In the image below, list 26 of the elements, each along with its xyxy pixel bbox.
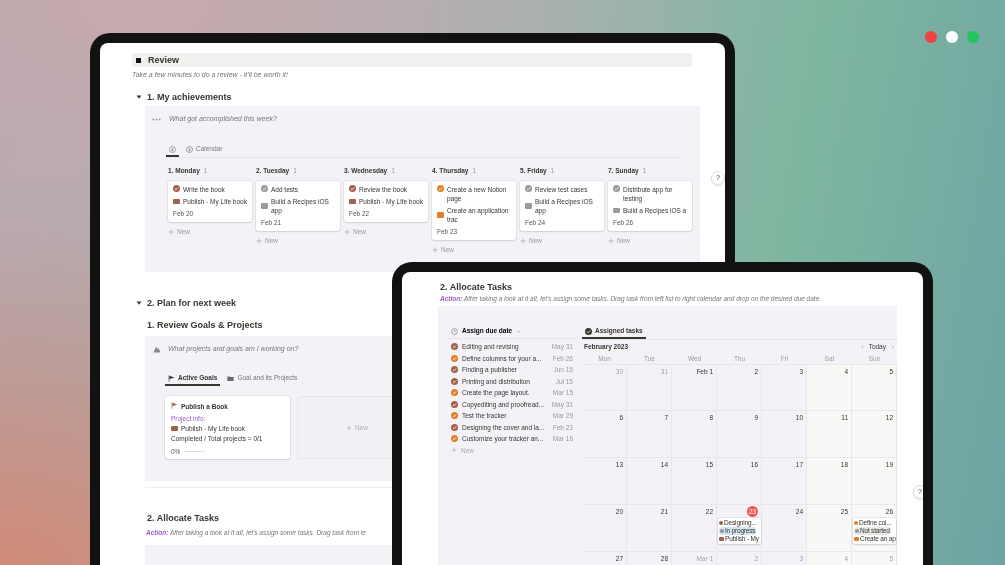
download-icon xyxy=(169,145,176,153)
subsection-heading: 1. Review Goals & Projects xyxy=(147,320,264,330)
square-icon xyxy=(136,57,141,63)
plus-icon xyxy=(346,424,352,431)
plus-icon xyxy=(520,237,526,244)
flag-icon xyxy=(171,402,178,409)
chevron-right-icon xyxy=(890,344,895,350)
plus-icon xyxy=(256,237,262,244)
plus-icon xyxy=(451,447,457,454)
mountain-icon xyxy=(153,345,161,353)
flag-icon xyxy=(168,374,175,382)
download-icon xyxy=(186,145,193,153)
plus-icon xyxy=(168,228,174,235)
subsection-heading: 2. Allocate Tasks xyxy=(147,513,221,523)
toggle-heading[interactable]: 2. Plan for next week xyxy=(147,298,237,308)
clock-icon xyxy=(451,327,458,335)
section-title: Review xyxy=(148,54,180,67)
plus-icon xyxy=(344,228,350,235)
check-circle-icon xyxy=(585,327,592,335)
chevron-down-icon xyxy=(516,328,522,334)
plus-icon xyxy=(608,237,614,244)
toggle-heading[interactable]: 1. My achievements xyxy=(147,92,232,102)
section-heading: 2. Allocate Tasks xyxy=(440,282,514,292)
chevron-left-icon xyxy=(859,344,865,350)
plus-icon xyxy=(432,246,438,253)
view-tab[interactable] xyxy=(166,143,179,157)
